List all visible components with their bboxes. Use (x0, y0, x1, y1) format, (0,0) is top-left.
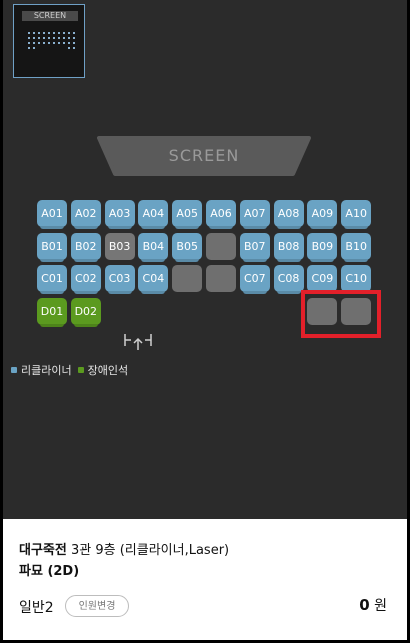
legend-item-recliner: 리클라이너 (11, 362, 72, 378)
seat-c02[interactable]: C02 (70, 265, 101, 292)
legend-swatch-disabled (77, 367, 84, 373)
minimap-dot (28, 32, 30, 34)
minimap-dot (48, 32, 50, 34)
minimap-dot (28, 37, 30, 39)
seat-a01[interactable]: A01 (37, 200, 67, 227)
seat-selection-screen: SCREEN SCREEN A01 A02 A03 A04 A05 A06 A07 A08 A0… (3, 0, 407, 640)
total-price: 0 원 (359, 595, 387, 615)
minimap-dot (48, 37, 50, 39)
seat-c07[interactable]: C07 (239, 265, 270, 292)
booking-summary-panel: 대구죽전 3관 9층 (리클라이너,Laser) 파묘 (2D) 일반2 인원변… (3, 519, 407, 640)
minimap-dot (43, 37, 45, 39)
seat-c09[interactable]: C09 (307, 265, 338, 292)
legend-label-disabled: 장애인석 (87, 364, 129, 377)
seat-b01[interactable]: B01 (37, 232, 67, 260)
seat-a05[interactable]: A05 (172, 200, 203, 227)
seat-a09[interactable]: A09 (307, 200, 338, 227)
seat-b07[interactable]: B07 (239, 232, 270, 260)
seat-a03[interactable]: A03 (104, 200, 135, 227)
screen-label: SCREEN (168, 146, 240, 165)
theater-info: 대구죽전 3관 9층 (리클라이너,Laser) (19, 539, 229, 558)
minimap-dot (73, 47, 75, 49)
minimap-dot (58, 37, 60, 39)
price-amount: 0 (359, 596, 370, 614)
minimap-dot (68, 37, 70, 39)
hall-info: 3관 9층 (리클라이너,Laser) (70, 543, 230, 558)
seat-b05[interactable]: B05 (172, 232, 203, 260)
seat-c01[interactable]: C01 (37, 265, 67, 292)
movie-title: 파묘 (2D) (19, 564, 80, 579)
minimap-dot (33, 37, 35, 39)
minimap-dot (38, 37, 40, 39)
legend-item-disabled: 장애인석 (77, 362, 129, 378)
minimap-dot (73, 42, 75, 44)
minimap-dot (68, 42, 70, 44)
minimap-dot (38, 32, 40, 34)
theater-name: 대구죽전 (19, 543, 67, 558)
seat-b04[interactable]: B04 (138, 232, 169, 260)
minimap-dot (58, 42, 60, 44)
seat-b09[interactable]: B09 (307, 232, 338, 260)
minimap-dot (63, 37, 65, 39)
seat-d02[interactable]: D02 (70, 297, 101, 325)
seat-a04[interactable]: A04 (138, 200, 169, 227)
minimap-dot (58, 32, 60, 34)
seat-c10[interactable]: C10 (341, 265, 372, 292)
minimap-dot (38, 42, 40, 44)
minimap-dot (43, 42, 45, 44)
minimap-screen-label: SCREEN (22, 11, 78, 21)
seat-b10[interactable]: B10 (341, 232, 372, 260)
legend-swatch-recliner (11, 367, 17, 373)
minimap-dot (33, 47, 35, 49)
minimap-dot (28, 47, 30, 49)
minimap-dot (28, 42, 30, 44)
minimap-dot (73, 37, 75, 39)
seat-r1c5 (206, 232, 236, 260)
price-unit: 원 (374, 598, 387, 614)
minimap-dot (63, 32, 65, 34)
minimap-dot (53, 42, 55, 44)
minimap-dot (63, 42, 65, 44)
minimap-dot (68, 32, 70, 34)
seat-c08[interactable]: C08 (273, 265, 304, 292)
seat-c04[interactable]: C04 (138, 265, 169, 292)
seat-a07[interactable]: A07 (239, 200, 270, 227)
highlight-box (301, 290, 381, 338)
seat-a06[interactable]: A06 (206, 200, 236, 227)
seat-legend: 리클라이너 장애인석 (11, 362, 128, 378)
seat-d01[interactable]: D01 (37, 297, 67, 325)
seat-b08[interactable]: B08 (273, 232, 304, 260)
ticket-type: 일반2 (19, 600, 54, 616)
minimap-dot (33, 32, 35, 34)
seat-b02[interactable]: B02 (70, 232, 101, 260)
seat-a08[interactable]: A08 (273, 200, 304, 227)
seat-minimap[interactable]: SCREEN (13, 4, 85, 78)
seat-a10[interactable]: A10 (341, 200, 372, 227)
minimap-dot (48, 42, 50, 44)
minimap-dot (53, 37, 55, 39)
minimap-dot (53, 32, 55, 34)
legend-label-recliner: 리클라이너 (21, 364, 72, 377)
minimap-dot (68, 47, 70, 49)
minimap-dot (73, 32, 75, 34)
minimap-dot (33, 42, 35, 44)
seat-b03: B03 (104, 232, 135, 260)
seat-r2c4 (172, 265, 203, 292)
change-people-button[interactable]: 인원변경 (65, 595, 129, 617)
seat-a02[interactable]: A02 (70, 200, 101, 227)
seat-c03[interactable]: C03 (104, 265, 135, 292)
entrance-icon (124, 334, 152, 350)
minimap-dot (43, 32, 45, 34)
seat-r2c5 (206, 265, 236, 292)
